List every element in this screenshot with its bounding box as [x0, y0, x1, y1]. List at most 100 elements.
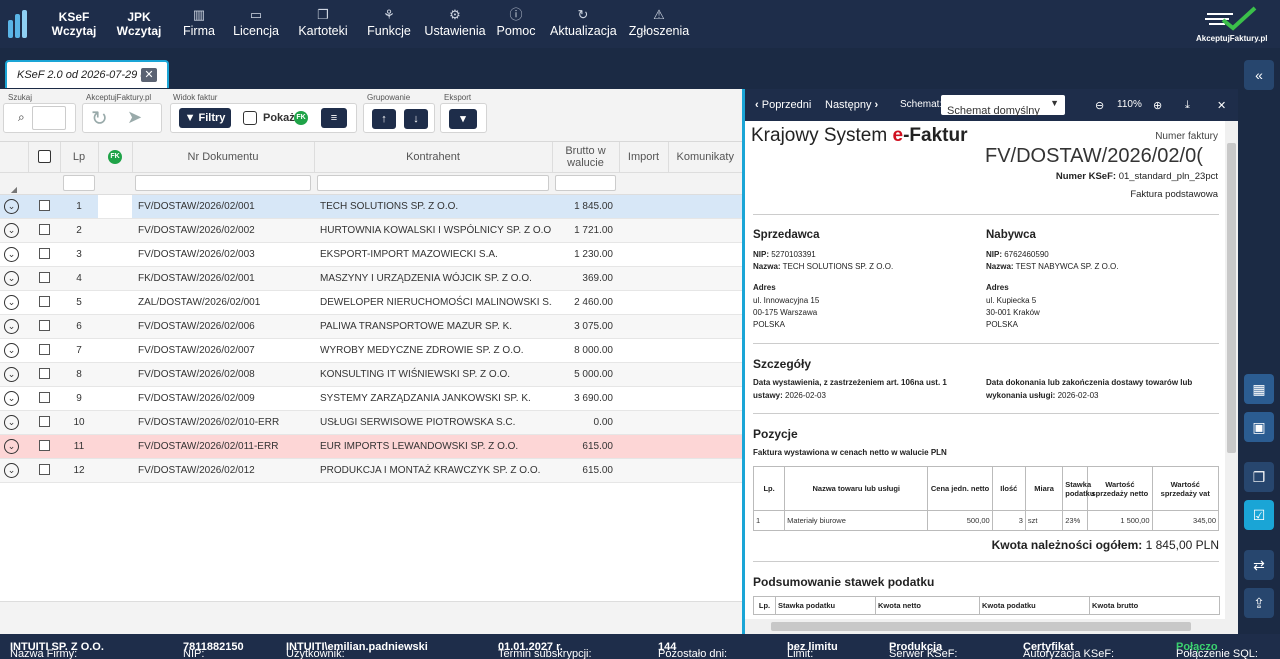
col-lp[interactable]: Lp: [60, 142, 99, 173]
table-cell: [98, 386, 132, 411]
table-row[interactable]: ⌄ 9 FV/DOSTAW/2026/02/009 SYSTEMY ZARZĄDZAN…: [0, 386, 742, 411]
prev-button[interactable]: ‹ Poprzedni: [755, 99, 811, 111]
row-checkbox[interactable]: [38, 200, 50, 212]
table-row[interactable]: ⌄ 4 FK/DOSTAW/2026/02/001 MASZYNY I URZĄDZE…: [0, 266, 742, 291]
collapse-icon[interactable]: «: [1244, 60, 1274, 90]
jpk-load-button[interactable]: JPK Wczytaj: [114, 10, 164, 38]
table-row[interactable]: ⌄ 11 FV/DOSTAW/2026/02/011-ERR EUR IMPORTS …: [0, 434, 742, 459]
row-checkbox[interactable]: [38, 368, 50, 380]
table-cell: [28, 242, 60, 267]
expand-row-icon[interactable]: ⌄: [4, 198, 19, 214]
row-checkbox[interactable]: [38, 296, 50, 308]
table-row[interactable]: ⌄ 7 FV/DOSTAW/2026/02/007 WYROBY MEDYCZNE Z…: [0, 338, 742, 363]
menu-firma[interactable]: ▥ Firma: [180, 6, 218, 38]
show-fk-checkbox[interactable]: [243, 111, 257, 125]
zoom-out-icon[interactable]: ⊖: [1095, 99, 1104, 112]
row-checkbox[interactable]: [38, 416, 50, 428]
download-icon[interactable]: ⤓: [1185, 99, 1190, 112]
row-checkbox[interactable]: [38, 224, 50, 236]
menu-aktualizacja[interactable]: ↻ Aktualizacja: [550, 6, 617, 38]
table-row[interactable]: ⌄ 8 FV/DOSTAW/2026/02/008 KONSULTING IT WIŚ…: [0, 362, 742, 387]
expand-row-icon[interactable]: ⌄: [4, 462, 19, 478]
table-cell: [28, 362, 60, 387]
col-kontrahent[interactable]: Kontrahent: [314, 142, 553, 173]
filter-lp-input[interactable]: [63, 175, 95, 191]
preview-horizontal-scrollbar[interactable]: [745, 619, 1238, 634]
filter-brutto-input[interactable]: [555, 175, 616, 191]
calendar-check-icon[interactable]: ▣: [1244, 412, 1274, 442]
table-row[interactable]: ⌄ 3 FV/DOSTAW/2026/02/003 EKSPORT-IMPORT MA…: [0, 242, 742, 267]
expand-row-icon[interactable]: ⌄: [4, 366, 19, 382]
row-lp: 4: [60, 266, 98, 291]
table-cell: [668, 314, 742, 339]
filter-nr-input[interactable]: [135, 175, 311, 191]
menu-licencja[interactable]: ▭ Licencja: [232, 6, 280, 38]
menu-pomoc[interactable]: ⓘ Pomoc: [496, 6, 536, 38]
export-dropdown-icon[interactable]: ▾: [449, 109, 477, 129]
tab-ksef[interactable]: KSeF 2.0 od 2026-07-29 do ✕: [5, 60, 169, 88]
schema-select[interactable]: Schemat domyślny ▼: [941, 95, 1065, 117]
table-cell: ⌄: [0, 362, 28, 387]
row-nr-dokumentu: FV/DOSTAW/2026/02/009: [132, 386, 314, 411]
col-komunikaty[interactable]: Komunikaty: [668, 142, 742, 173]
grid-horizontal-scrollbar[interactable]: [0, 601, 742, 634]
upload-icon[interactable]: ⇪: [1244, 588, 1274, 618]
col-nr-dokumentu[interactable]: Nr Dokumentu: [132, 142, 315, 173]
swap-icon[interactable]: ⇄: [1244, 550, 1274, 580]
col-select-all[interactable]: [28, 142, 61, 173]
ksef-load-button[interactable]: KSeF Wczytaj: [48, 10, 100, 38]
table-row[interactable]: ⌄ 10 FV/DOSTAW/2026/02/010-ERR USŁUGI SERWI…: [0, 410, 742, 435]
sync-icon[interactable]: ↻: [91, 106, 108, 131]
menu-funkcje[interactable]: ⚘ Funkcje: [364, 6, 414, 38]
row-checkbox[interactable]: [38, 440, 50, 452]
menu-icon[interactable]: ≡: [321, 108, 347, 128]
close-preview-icon[interactable]: ✕: [1217, 99, 1226, 112]
send-icon[interactable]: ➤: [127, 107, 142, 128]
scroll-thumb[interactable]: [1227, 143, 1236, 453]
calendar-icon[interactable]: ▦: [1244, 374, 1274, 404]
menu-ustawienia[interactable]: ⚙ Ustawienia: [424, 6, 486, 38]
expand-row-icon[interactable]: ⌄: [4, 246, 19, 262]
table-row[interactable]: ⌄ 2 FV/DOSTAW/2026/02/002 HURTOWNIA KOWALSK…: [0, 218, 742, 243]
table-row[interactable]: ⌄ 5 ZAL/DOSTAW/2026/02/001 DEWELOPER NIERUC…: [0, 290, 742, 315]
copy-icon[interactable]: ❐: [1244, 462, 1274, 492]
row-checkbox[interactable]: [38, 248, 50, 260]
arrow-up-icon[interactable]: ↑: [372, 109, 396, 129]
expand-row-icon[interactable]: ⌄: [4, 414, 19, 430]
preview-vertical-scrollbar[interactable]: [1225, 121, 1238, 619]
row-checkbox[interactable]: [38, 320, 50, 332]
search-input[interactable]: [32, 106, 66, 130]
select-all-checkbox[interactable]: [37, 150, 51, 164]
filters-button[interactable]: ▼ Filtry: [179, 108, 231, 128]
check-square-icon[interactable]: ☑: [1244, 500, 1274, 530]
scroll-thumb[interactable]: [771, 622, 1191, 631]
search-icon[interactable]: ⌕: [18, 110, 25, 125]
row-checkbox[interactable]: [38, 272, 50, 284]
expand-row-icon[interactable]: ⌄: [4, 390, 19, 406]
close-icon[interactable]: ✕: [141, 68, 157, 82]
filter-kontrahent-input[interactable]: [317, 175, 549, 191]
row-checkbox[interactable]: [38, 464, 50, 476]
menu-kartoteki[interactable]: ❐ Kartoteki: [296, 6, 350, 38]
menu-zgloszenia[interactable]: ⚠ Zgłoszenia: [628, 6, 690, 38]
col-fk[interactable]: FK: [98, 142, 133, 173]
table-row[interactable]: ⌄ 12 FV/DOSTAW/2026/02/012 PRODUKCJA I MONT…: [0, 458, 742, 483]
row-checkbox[interactable]: [38, 344, 50, 356]
col-import[interactable]: Import: [619, 142, 669, 173]
expand-row-icon[interactable]: ⌄: [4, 270, 19, 286]
akceptuj-faktury-logo[interactable]: AkceptujFaktury.pl: [1196, 6, 1267, 43]
expand-row-icon[interactable]: ⌄: [4, 438, 19, 454]
zoom-in-icon[interactable]: ⊕: [1153, 99, 1162, 112]
table-row[interactable]: ⌄ 1 FV/DOSTAW/2026/02/001 TECH SOLUTIONS SP…: [0, 194, 742, 219]
col-brutto[interactable]: Brutto w walucie: [552, 142, 620, 173]
expand-row-icon[interactable]: ⌄: [4, 294, 19, 310]
expand-row-icon[interactable]: ⌄: [4, 222, 19, 238]
expand-row-icon[interactable]: ⌄: [4, 342, 19, 358]
app-logo-icon[interactable]: [8, 10, 32, 38]
pos-col-unit: Miara: [1024, 466, 1064, 511]
next-button[interactable]: Następny ›: [825, 99, 878, 111]
arrow-down-icon[interactable]: ↓: [404, 109, 428, 129]
table-row[interactable]: ⌄ 6 FV/DOSTAW/2026/02/006 PALIWA TRANSPORTO…: [0, 314, 742, 339]
expand-row-icon[interactable]: ⌄: [4, 318, 19, 334]
row-checkbox[interactable]: [38, 392, 50, 404]
